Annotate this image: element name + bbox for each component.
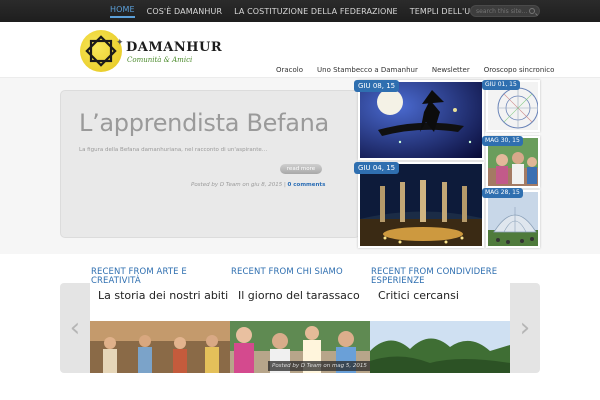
thumbnail-cupola[interactable] xyxy=(486,190,540,248)
thumbnail-date: GIU 08, 15 xyxy=(354,80,400,92)
top-nav-costituzione[interactable]: LA COSTITUZIONE DELLA FEDERAZIONE xyxy=(234,7,398,16)
thumbnail-date: GIU 04, 15 xyxy=(354,162,400,174)
thumbnail-date: MAG 28, 15 xyxy=(482,188,523,198)
search-icon[interactable] xyxy=(529,8,535,14)
site-title[interactable]: DAMANHUR xyxy=(126,40,222,55)
featured-meta-text: Posted by D Team on giu 8, 2015 | xyxy=(191,182,286,188)
featured-title[interactable]: L’apprendista Befana xyxy=(79,109,329,137)
recent-heading[interactable]: RECENT FROM CHI SIAMO xyxy=(231,268,343,277)
thumbnail-tempio[interactable] xyxy=(358,162,484,248)
thumbnail-date: MAG 30, 15 xyxy=(482,136,523,146)
recent-post-image[interactable] xyxy=(370,321,510,373)
featured-meta: Posted by D Team on giu 8, 2015 | 0 comm… xyxy=(191,182,325,188)
nav-newsletter[interactable]: Newsletter xyxy=(432,66,470,74)
recent-post-meta: Posted by D Team on mag 5, 2015 xyxy=(268,361,371,371)
thumbnail-date: GIU 01, 15 xyxy=(482,80,520,90)
site-subtitle: Comunità & Amici xyxy=(127,56,193,64)
recent-card[interactable]: Critici cercansi xyxy=(370,283,510,373)
featured-excerpt: La figura della Befana damanhuriana, nel… xyxy=(79,147,268,153)
recent-post-title[interactable]: Il giorno del tarassaco xyxy=(238,289,360,302)
top-navigation: HOME COS'È DAMANHUR LA COSTITUZIONE DELL… xyxy=(110,0,513,22)
main-navigation: Oracolo Uno Stambecco a Damanhur Newslet… xyxy=(276,66,568,74)
carousel-prev-arrow-icon[interactable]: ‹ xyxy=(60,283,90,373)
top-nav-cos-e-damanhur[interactable]: COS'È DAMANHUR xyxy=(147,7,222,16)
featured-post: L’apprendista Befana La figura della Bef… xyxy=(60,90,360,238)
thumbnail-befana[interactable] xyxy=(358,80,484,160)
site-header: ✦ DAMANHUR Comunità & Amici Oracolo Uno … xyxy=(0,22,600,78)
recent-post-title[interactable]: Critici cercansi xyxy=(378,289,459,302)
search-box xyxy=(470,5,540,17)
carousel-next-arrow-icon[interactable]: › xyxy=(510,283,540,373)
top-bar: HOME COS'È DAMANHUR LA COSTITUZIONE DELL… xyxy=(0,0,600,22)
recent-card[interactable]: Il giorno del tarassaco xyxy=(230,283,370,373)
read-more-button[interactable]: read more xyxy=(280,164,322,174)
star-logo-icon[interactable] xyxy=(80,30,122,72)
recent-post-title[interactable]: La storia dei nostri abiti xyxy=(98,289,228,302)
search-input[interactable] xyxy=(476,7,528,15)
nav-oracolo[interactable]: Oracolo xyxy=(276,66,303,74)
nav-oroscopo[interactable]: Oroscopo sincronico xyxy=(484,66,555,74)
star-decoration-icon: ✦ xyxy=(116,38,124,48)
nav-stambecco[interactable]: Uno Stambecco a Damanhur xyxy=(317,66,418,74)
recent-card[interactable]: La storia dei nostri abiti xyxy=(90,283,230,373)
thumbnail-mosaic: GIU 08, 15 GIU 01, 15 MAG 30, 15 GIU 04,… xyxy=(354,80,540,248)
top-nav-home[interactable]: HOME xyxy=(110,5,135,18)
comments-link[interactable]: 0 comments xyxy=(288,182,326,188)
recent-post-image[interactable] xyxy=(90,321,230,373)
